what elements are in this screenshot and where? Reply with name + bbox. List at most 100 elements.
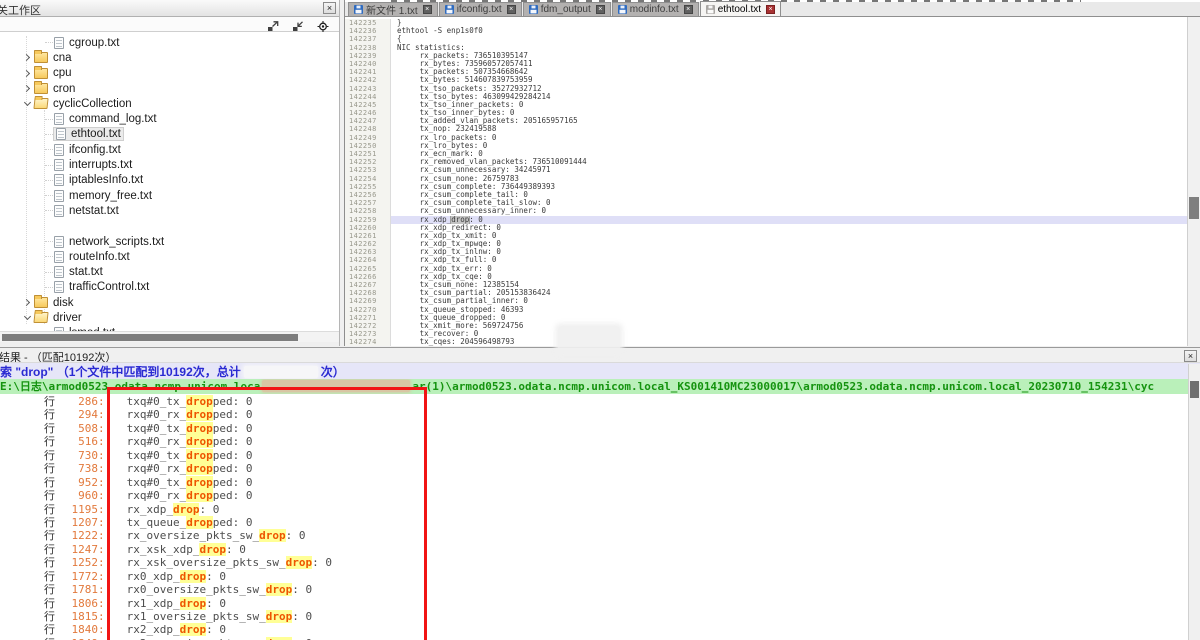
code-line[interactable]: 142264 rx_xdp_tx_full: 0 <box>345 256 1187 264</box>
result-row-label: 行 <box>44 409 60 422</box>
chevron-down-icon[interactable] <box>20 316 34 319</box>
tree-item-trafficcontrol-txt[interactable]: trafficControl.txt <box>0 280 339 295</box>
tree-item-cgroup-txt[interactable]: cgroup.txt <box>0 35 339 50</box>
code-line[interactable]: 142238NIC statistics: <box>345 44 1187 52</box>
tab-close-icon[interactable]: × <box>596 5 605 14</box>
code-line[interactable]: 142262 rx_xdp_tx_mpwqe: 0 <box>345 240 1187 248</box>
tab-modinfo-txt[interactable]: modinfo.txt× <box>612 2 699 16</box>
chevron-right-icon[interactable] <box>20 86 34 91</box>
tree-spacer-row <box>0 219 339 234</box>
tree-item-disk[interactable]: disk <box>0 295 339 310</box>
tree-item-iptablesinfo-txt[interactable]: iptablesInfo.txt <box>0 173 339 188</box>
tab-close-icon[interactable]: × <box>766 5 775 14</box>
tree-horizontal-scrollbar[interactable] <box>0 331 339 342</box>
tree-item-command-log-txt[interactable]: command_log.txt <box>0 111 339 126</box>
tree-item-routeinfo-txt[interactable]: routeInfo.txt <box>0 249 339 264</box>
code-line[interactable]: 142237{ <box>345 35 1187 43</box>
tree-item-network-scripts-txt[interactable]: network_scripts.txt <box>0 234 339 249</box>
results-scrollbar-thumb[interactable] <box>1190 381 1199 398</box>
code-line[interactable]: 142270 tx_queue_stopped: 46393 <box>345 306 1187 314</box>
chevron-down-icon[interactable] <box>20 102 34 105</box>
tree-item-ethtool-txt[interactable]: ethtool.txt <box>0 127 339 142</box>
code-text: rx_lro_packets: 0 <box>391 134 1187 142</box>
code-line[interactable]: 142244 tx_tso_bytes: 463099429284214 <box>345 93 1187 101</box>
tree-item-netstat-txt[interactable]: netstat.txt <box>0 203 339 218</box>
tree-item-memory-free-txt[interactable]: memory_free.txt <box>0 188 339 203</box>
tab-ifconfig-txt[interactable]: ifconfig.txt× <box>439 2 522 16</box>
tree-item-ifconfig-txt[interactable]: ifconfig.txt <box>0 142 339 157</box>
code-line[interactable]: 142239 rx_packets: 736510395147 <box>345 52 1187 60</box>
editor-scrollbar-thumb[interactable] <box>1189 197 1199 219</box>
code-text: tx_packets: 507354668642 <box>391 68 1187 76</box>
tab-fdm-output[interactable]: fdm_output× <box>523 2 611 16</box>
tab-1-txt[interactable]: 新文件 1.txt× <box>348 2 438 16</box>
tree-item-cron[interactable]: cron <box>0 81 339 96</box>
save-floppy-icon <box>354 5 363 14</box>
code-line[interactable]: 142265 rx_xdp_tx_err: 0 <box>345 265 1187 273</box>
redaction-blur <box>558 326 620 353</box>
result-line-number: 294 <box>60 408 98 421</box>
locate-target-icon[interactable] <box>317 19 329 30</box>
code-line[interactable]: 142243 tx_tso_packets: 35272932712 <box>345 85 1187 93</box>
tree-item-interrupts-txt[interactable]: interrupts.txt <box>0 157 339 172</box>
code-line[interactable]: 142252 rx_removed_vlan_packets: 73651009… <box>345 158 1187 166</box>
code-line[interactable]: 142245 tx_tso_inner_packets: 0 <box>345 101 1187 109</box>
code-line[interactable]: 142263 rx_xdp_tx_inlnw: 0 <box>345 248 1187 256</box>
code-line[interactable]: 142247 tx_added_vlan_packets: 2051659571… <box>345 117 1187 125</box>
tab-close-icon[interactable]: × <box>684 5 693 14</box>
save-floppy-icon <box>706 5 715 14</box>
line-number: 142264 <box>345 256 391 264</box>
tree-item-cpu[interactable]: cpu <box>0 66 339 81</box>
code-line[interactable]: 142249 rx_lro_packets: 0 <box>345 134 1187 142</box>
code-line[interactable]: 142256 rx_csum_complete_tail: 0 <box>345 191 1187 199</box>
line-number: 142263 <box>345 248 391 256</box>
chevron-right-icon[interactable] <box>20 55 34 60</box>
results-vertical-scrollbar[interactable] <box>1188 364 1200 640</box>
editor-vertical-scrollbar[interactable] <box>1187 17 1200 346</box>
tree-item-driver[interactable]: driver <box>0 310 339 325</box>
expand-window-icon[interactable] <box>267 19 279 30</box>
tab-close-icon[interactable]: × <box>423 5 432 14</box>
code-line[interactable]: 142242 tx_bytes: 514607839753959 <box>345 76 1187 84</box>
code-line[interactable]: 142258 rx_csum_unnecessary_inner: 0 <box>345 207 1187 215</box>
tree-item-cna[interactable]: cna <box>0 50 339 65</box>
tree-scrollbar-thumb[interactable] <box>2 334 298 341</box>
code-line[interactable]: 142261 rx_xdp_tx_xmit: 0 <box>345 232 1187 240</box>
code-line[interactable]: 142253 rx_csum_unnecessary: 34245971 <box>345 166 1187 174</box>
code-line[interactable]: 142267 tx_csum_none: 12385154 <box>345 281 1187 289</box>
line-number: 142240 <box>345 60 391 68</box>
code-line[interactable]: 142266 rx_xdp_tx_cqe: 0 <box>345 273 1187 281</box>
code-line[interactable]: 142240 rx_bytes: 735960572057411 <box>345 60 1187 68</box>
chevron-right-icon[interactable] <box>20 300 34 305</box>
code-line[interactable]: 142269 tx_csum_partial_inner: 0 <box>345 297 1187 305</box>
results-close-button[interactable]: × <box>1184 350 1197 362</box>
code-line[interactable]: 142272 tx_xmit_more: 569724756 <box>345 322 1187 330</box>
code-line[interactable]: 142236ethtool -S enp1s0f0 <box>345 27 1187 35</box>
code-line[interactable]: 142248 tx_nop: 232419588 <box>345 125 1187 133</box>
tab-close-icon[interactable]: × <box>507 5 516 14</box>
code-line[interactable]: 142235} <box>345 19 1187 27</box>
code-line[interactable]: 142246 tx_tso_inner_bytes: 0 <box>345 109 1187 117</box>
code-line[interactable]: 142251 rx_ecn_mark: 0 <box>345 150 1187 158</box>
chevron-right-icon[interactable] <box>20 71 34 76</box>
workspace-close-button[interactable]: × <box>323 2 336 14</box>
code-line[interactable]: 142241 tx_packets: 507354668642 <box>345 68 1187 76</box>
tree-item-stat-txt[interactable]: stat.txt <box>0 264 339 279</box>
code-line[interactable]: 142257 rx_csum_complete_tail_slow: 0 <box>345 199 1187 207</box>
code-line[interactable]: 142250 rx_lro_bytes: 0 <box>345 142 1187 150</box>
code-line[interactable]: 142271 tx_queue_dropped: 0 <box>345 314 1187 322</box>
result-line-number: 1247 <box>60 543 98 556</box>
code-line-current[interactable]: 142259 rx_xdp_drop: 0 <box>345 216 1187 224</box>
code-line[interactable]: 142274 tx_cqes: 204596498793 <box>345 338 1187 346</box>
tab-ethtool-txt[interactable]: ethtool.txt× <box>700 1 781 16</box>
tree-item-cycliccollection[interactable]: cyclicCollection <box>0 96 339 111</box>
code-line[interactable]: 142254 rx_csum_none: 26759783 <box>345 175 1187 183</box>
code-text: tx_nop: 232419588 <box>391 125 1187 133</box>
application-window: 关工作区 × cgroup.txtcnacpucroncyclicCollect… <box>0 0 1200 640</box>
collapse-window-icon[interactable] <box>292 19 304 30</box>
code-line[interactable]: 142273 tx_recover: 0 <box>345 330 1187 338</box>
editor-text-area[interactable]: 142235}142236ethtool -S enp1s0f0142237{1… <box>345 17 1187 346</box>
code-line[interactable]: 142260 rx_xdp_redirect: 0 <box>345 224 1187 232</box>
code-line[interactable]: 142255 rx_csum_complete: 736449389393 <box>345 183 1187 191</box>
code-line[interactable]: 142268 tx_csum_partial: 205153836424 <box>345 289 1187 297</box>
